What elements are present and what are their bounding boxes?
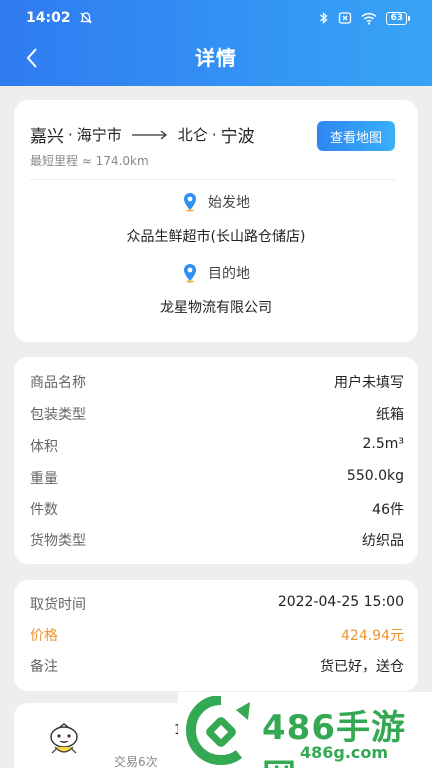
order-row: 备注 货已好，送仓 [30, 656, 404, 676]
destination-name: 龙星物流有限公司 [160, 300, 272, 316]
destination-row: 目的地 [14, 263, 418, 283]
order-key: 备注 [30, 659, 58, 675]
goods-key: 商品名称 [30, 375, 86, 391]
to-district: 北仑 [177, 126, 208, 144]
distance-text: 最短里程 ≈ 174.0km [30, 154, 149, 168]
divider [30, 179, 396, 180]
location-pin-icon [184, 193, 196, 212]
goods-row: 货物类型 纺织品 [30, 530, 404, 550]
route-card: 嘉兴 · 海宁市 北仑 · 宁波 最短里程 ≈ 174.0km 查看地图 始发地… [14, 100, 418, 342]
goods-row: 重量 550.0kg [30, 468, 404, 488]
sim-off-icon [339, 12, 352, 24]
origin-row: 始发地 [14, 192, 418, 212]
wifi-icon [361, 12, 377, 25]
status-bar: 14:02 63 [0, 0, 432, 36]
order-row: 取货时间 2022-04-25 15:00 [30, 594, 404, 614]
battery-icon: 63 [386, 11, 410, 25]
status-time: 14:02 [26, 10, 71, 26]
goods-card: 商品名称 用户未填写 包装类型 纸箱 体积 2.5m³ 重量 550.0kg 件数 46件… [14, 357, 418, 564]
location-pin-icon [184, 264, 196, 283]
order-key: 取货时间 [30, 597, 86, 613]
goods-row: 体积 2.5m³ [30, 436, 404, 456]
trade-count: 交易6次 [114, 755, 158, 768]
order-value: 货已好，送仓 [320, 659, 404, 675]
view-map-button[interactable]: 查看地图 [317, 121, 395, 151]
goods-value: 2.5m³ [362, 436, 404, 452]
arrow-right-icon [131, 130, 167, 139]
goods-key: 货物类型 [30, 533, 86, 549]
bell-mute-icon [79, 12, 92, 24]
to-city: 宁波 [220, 127, 255, 147]
from-separator: · [68, 125, 73, 144]
avatar [50, 723, 78, 754]
order-value: 2022-04-25 15:00 [277, 594, 404, 610]
goods-key: 体积 [30, 439, 58, 455]
goods-row: 商品名称 用户未填写 [30, 372, 404, 392]
goods-key: 包装类型 [30, 407, 86, 423]
goods-value: 纺织品 [362, 533, 404, 549]
header: 14:02 63 详情 [0, 0, 432, 86]
route-summary: 嘉兴 · 海宁市 北仑 · 宁波 [30, 122, 255, 148]
bluetooth-icon [320, 12, 328, 24]
from-city: 嘉兴 [30, 127, 64, 147]
watermark-logo-icon [186, 696, 250, 766]
price-row: 价格 424.94元 [30, 625, 404, 645]
origin-label: 始发地 [208, 195, 250, 211]
to-separator: · [211, 125, 217, 144]
goods-row: 件数 46件 [30, 499, 404, 519]
goods-value: 纸箱 [376, 407, 404, 423]
price-key: 价格 [30, 628, 58, 644]
goods-value: 550.0kg [346, 468, 404, 484]
page-title: 详情 [195, 46, 237, 70]
goods-key: 件数 [30, 502, 58, 518]
order-card: 取货时间 2022-04-25 15:00 价格 424.94元 备注 货已好，送仓 [14, 580, 418, 691]
goods-value: 用户未填写 [334, 375, 404, 391]
destination-label: 目的地 [208, 266, 250, 282]
goods-key: 重量 [30, 471, 58, 487]
goods-row: 包装类型 纸箱 [30, 404, 404, 424]
battery-level: 63 [386, 11, 407, 25]
origin-name: 众品生鲜超市(长山路仓储店) [126, 229, 306, 245]
goods-value: 46件 [372, 502, 404, 518]
price-value: 424.94元 [341, 628, 404, 644]
from-district: 海宁市 [76, 126, 122, 144]
watermark-url: 486g.com [300, 743, 389, 762]
